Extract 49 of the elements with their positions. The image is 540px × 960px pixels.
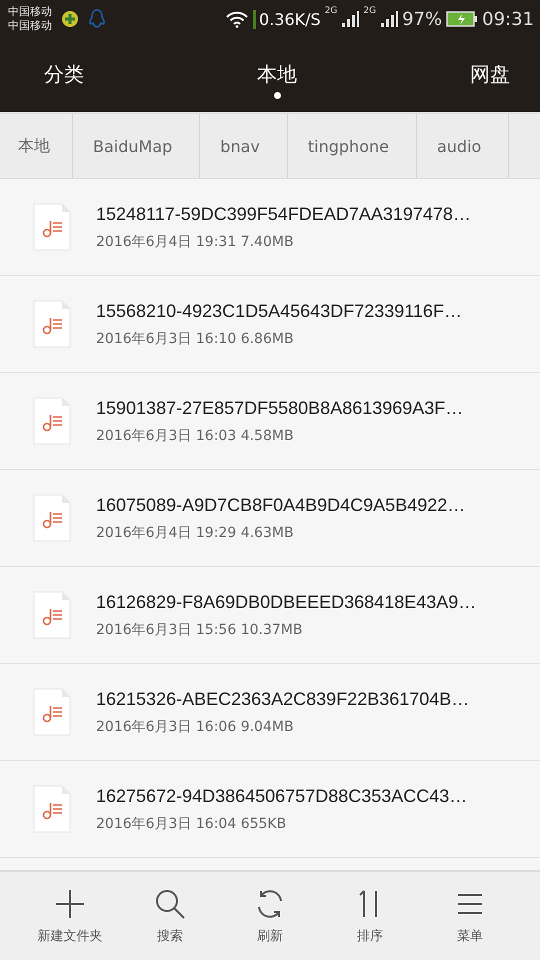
file-name: 15248117-59DC399F54FDEAD7AA3197478… — [96, 204, 471, 224]
battery-icon — [446, 10, 478, 28]
toolbar-button[interactable]: 排序 — [335, 872, 405, 960]
network-speed: 0.36K/S — [253, 10, 321, 28]
toolbar-button[interactable]: 刷新 — [235, 872, 305, 960]
breadcrumb-item[interactable]: audio — [416, 114, 510, 178]
plus-icon — [53, 887, 87, 921]
music-file-icon — [33, 785, 71, 833]
toolbar-button[interactable]: 搜索 — [135, 872, 205, 960]
file-details: 2016年6月3日 16:04 655KB — [96, 814, 288, 832]
breadcrumb-item[interactable]: tingphone — [288, 114, 417, 178]
file-details: 2016年6月3日 15:56 10.37MB — [96, 620, 304, 638]
toolbar-button[interactable]: 菜单 — [435, 872, 505, 960]
app-badge-icon — [60, 9, 80, 29]
carrier-name: 中国移动 — [8, 19, 52, 33]
music-file-icon — [33, 203, 71, 251]
clock-time: 09:31 — [482, 8, 534, 30]
signal-icon — [341, 10, 360, 28]
wifi-icon — [225, 10, 250, 28]
breadcrumb-item[interactable]: bnav — [200, 114, 288, 178]
file-name: 16275672-94D3864506757D88C353ACC43… — [96, 786, 468, 806]
file-name: 16075089-A9D7CB8F0A4B9D4C9A5B4922… — [96, 494, 466, 516]
network-type: 2G — [324, 6, 338, 16]
file-name: 15568210-4923C1D5A45643DF72339116F… — [96, 300, 462, 322]
battery-percent: 97% — [402, 8, 442, 30]
file-name: 16126829-F8A69DB0DBEEED368418E43A9… — [96, 592, 476, 612]
file-details: 2016年6月3日 16:03 4.58MB — [96, 426, 295, 444]
toolbar-button[interactable]: 新建文件夹 — [35, 872, 105, 960]
file-details: 2016年6月4日 19:31 7.40MB — [96, 232, 295, 250]
file-name: 16215326-ABEC2363A2C839F22B361704B… — [96, 688, 470, 710]
music-file-icon — [33, 688, 71, 736]
carrier-name: 中国移动 — [8, 5, 52, 19]
file-name: 15901387-27E857DF5580B8A8613969A3F… — [96, 398, 464, 418]
music-file-icon — [33, 397, 71, 445]
file-details: 2016年6月4日 19:29 4.63MB — [96, 524, 295, 542]
music-file-icon — [33, 591, 71, 639]
tab[interactable]: 网盘 — [470, 48, 510, 98]
penguin-icon — [88, 8, 106, 30]
file-details: 2016年6月3日 16:10 6.86MB — [96, 330, 295, 348]
breadcrumb-item[interactable]: BaiduMap — [73, 114, 200, 178]
tab[interactable]: 分类 — [44, 48, 84, 98]
music-file-icon — [33, 300, 71, 348]
file-details: 2016年6月3日 16:06 9.04MB — [96, 718, 295, 736]
network-type: 2G — [363, 6, 376, 16]
tab[interactable]: 本地 — [257, 48, 297, 98]
search-icon — [153, 887, 187, 921]
breadcrumb-item[interactable]: 本地 — [0, 114, 73, 178]
signal-icon — [380, 10, 398, 28]
music-file-icon — [33, 494, 71, 542]
